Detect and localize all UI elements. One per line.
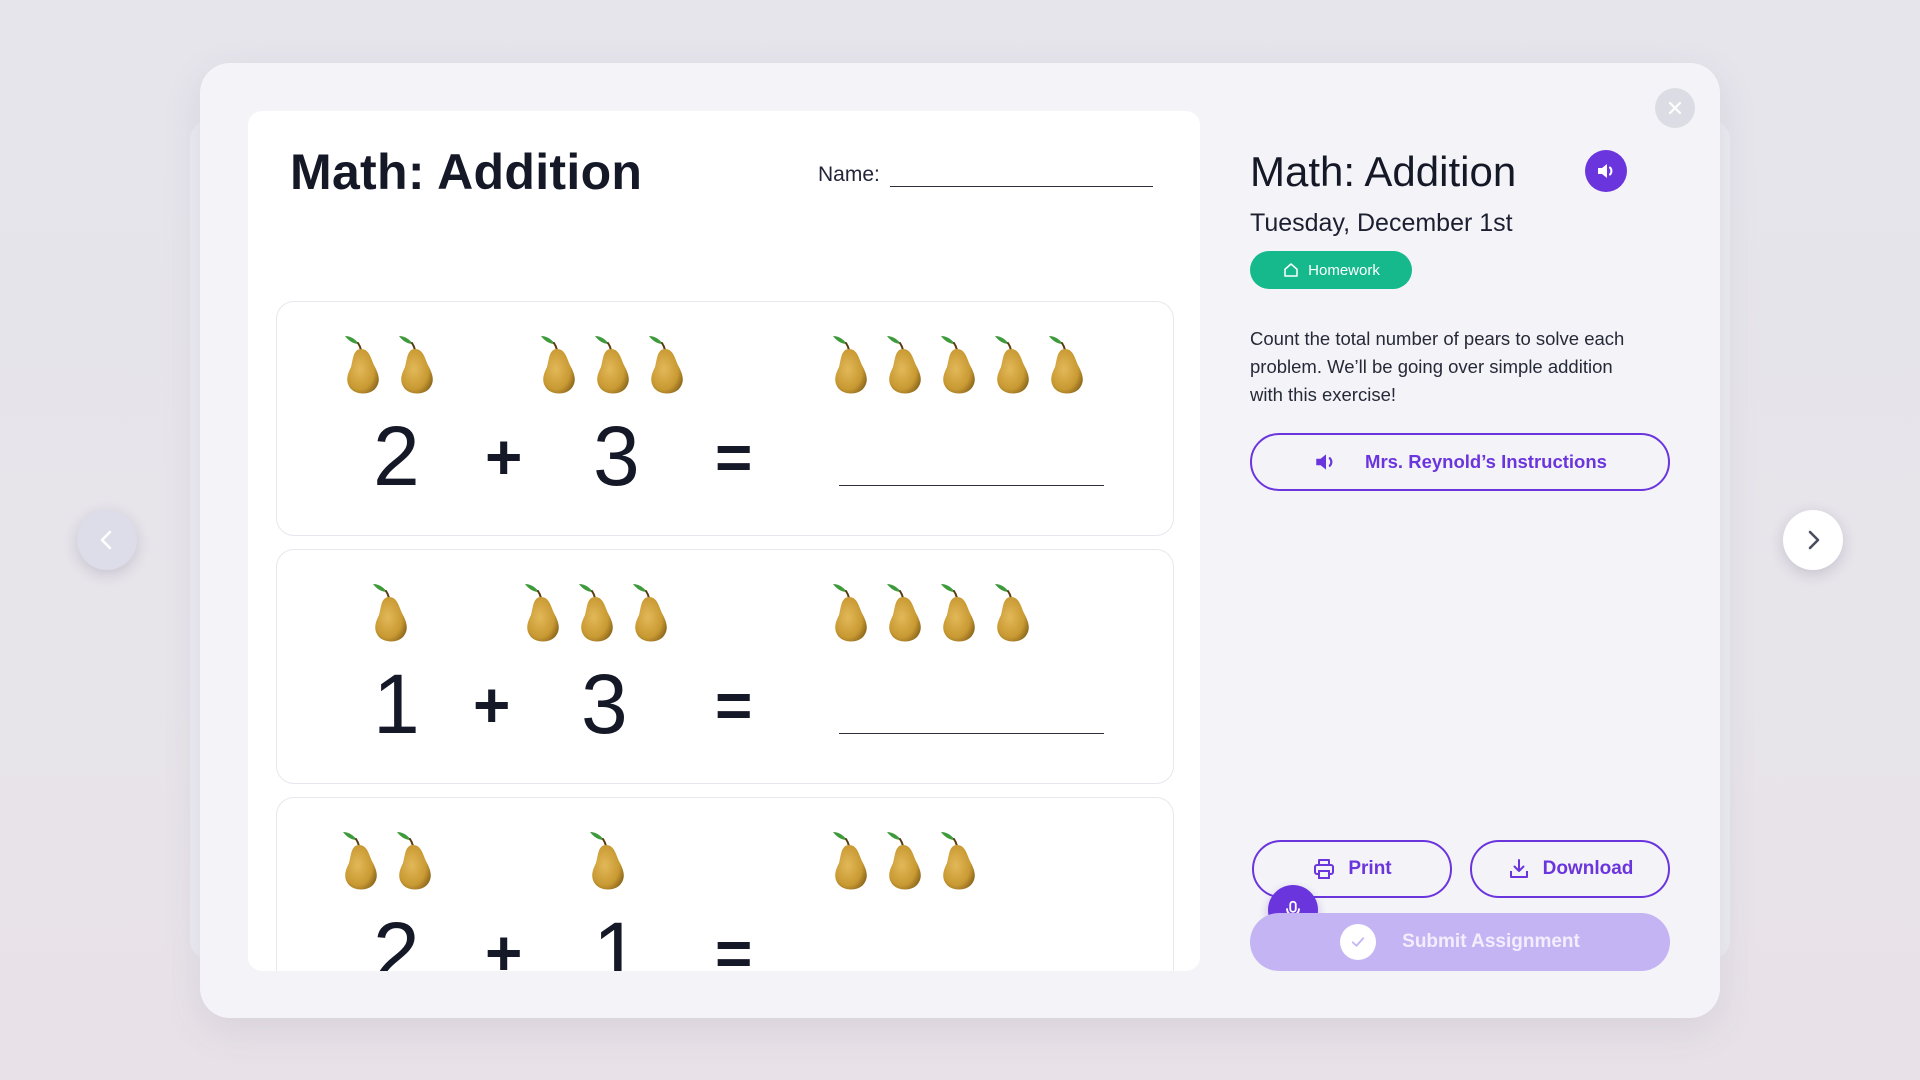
previous-button[interactable] [77,510,137,570]
addend-b: 1 [593,905,640,971]
print-button[interactable]: Print [1252,840,1452,898]
printer-icon [1314,859,1335,879]
pear-group-b [584,828,634,892]
equals-sign: = [715,421,753,493]
name-line [889,167,1153,187]
homework-badge-label: Homework [1308,261,1380,279]
pear-group-a [337,828,441,892]
pear-group-sum [827,332,1093,396]
name-label: Name: [818,163,880,186]
close-button[interactable] [1655,88,1695,128]
pear-icon [833,832,867,890]
pear-icon [579,584,613,642]
pear-icon [995,336,1029,394]
pear-icon [595,336,629,394]
homework-badge: Homework [1250,251,1412,289]
name-field: Name: [818,163,1153,187]
download-label: Download [1542,858,1634,879]
pear-group-sum [827,828,985,892]
worksheet-title: Math: Addition [290,144,643,200]
answer-line[interactable] [839,485,1104,486]
pear-icon [887,336,921,394]
speaker-icon [1316,454,1333,470]
answer-line[interactable] [839,733,1104,734]
pear-icon [590,832,624,890]
pear-group-a [367,580,417,644]
equals-sign: = [715,669,753,741]
problem-card: 2 + 3 = [276,301,1174,536]
pear-icon [995,584,1029,642]
home-icon [1284,263,1298,277]
plus-sign: + [473,669,511,741]
addend-a: 2 [373,905,420,971]
next-button[interactable] [1783,510,1843,570]
addend-b: 3 [581,657,628,751]
pear-icon [833,584,867,642]
print-label: Print [1348,858,1392,879]
pear-icon [525,584,559,642]
addend-a: 1 [373,657,420,751]
submit-assignment-button[interactable]: Submit Assignment [1250,913,1670,971]
pear-icon [1049,336,1083,394]
panel-title: Math: Addition [1250,148,1517,195]
download-icon [1509,859,1528,878]
pear-group-sum [827,580,1039,644]
pear-icon [541,336,575,394]
read-aloud-button[interactable] [1585,150,1627,192]
addend-a: 2 [373,409,420,503]
pear-icon [887,584,921,642]
pear-group-a [339,332,443,396]
problem-card: 2 + 1 = [276,797,1174,971]
speaker-icon [1598,164,1613,178]
equals-sign: = [715,917,753,971]
assignment-description: Count the total number of pears to solve… [1250,328,1625,405]
instructions-label: Mrs. Reynold’s Instructions [1365,451,1607,472]
download-button[interactable]: Download [1470,840,1670,898]
pear-icon [345,336,379,394]
pear-icon [373,584,407,642]
pear-icon [633,584,667,642]
pear-icon [397,832,431,890]
pear-icon [887,832,921,890]
pear-group-b [535,332,693,396]
problem-card: 1 + 3 = [276,549,1174,784]
plus-sign: + [485,917,523,971]
pear-icon [941,832,975,890]
addend-b: 3 [593,409,640,503]
submit-label: Submit Assignment [1402,931,1580,952]
check-icon [1340,924,1377,960]
chevron-left-icon [100,530,112,550]
chevron-right-icon [1808,530,1820,550]
assignment-modal: Math: Addition Name: 2 + 3 = 1 + 3 = 2 +… [200,63,1720,1018]
pear-icon [343,832,377,890]
due-date: Tuesday, December 1st [1250,209,1513,237]
worksheet: Math: Addition Name: 2 + 3 = 1 + 3 = 2 +… [248,111,1200,971]
pear-icon [941,336,975,394]
pear-icon [941,584,975,642]
pear-icon [399,336,433,394]
instructions-button[interactable]: Mrs. Reynold’s Instructions [1250,433,1670,491]
pear-group-b [519,580,677,644]
plus-sign: + [485,421,523,493]
pear-icon [649,336,683,394]
close-icon [1668,101,1682,115]
pear-icon [833,336,867,394]
